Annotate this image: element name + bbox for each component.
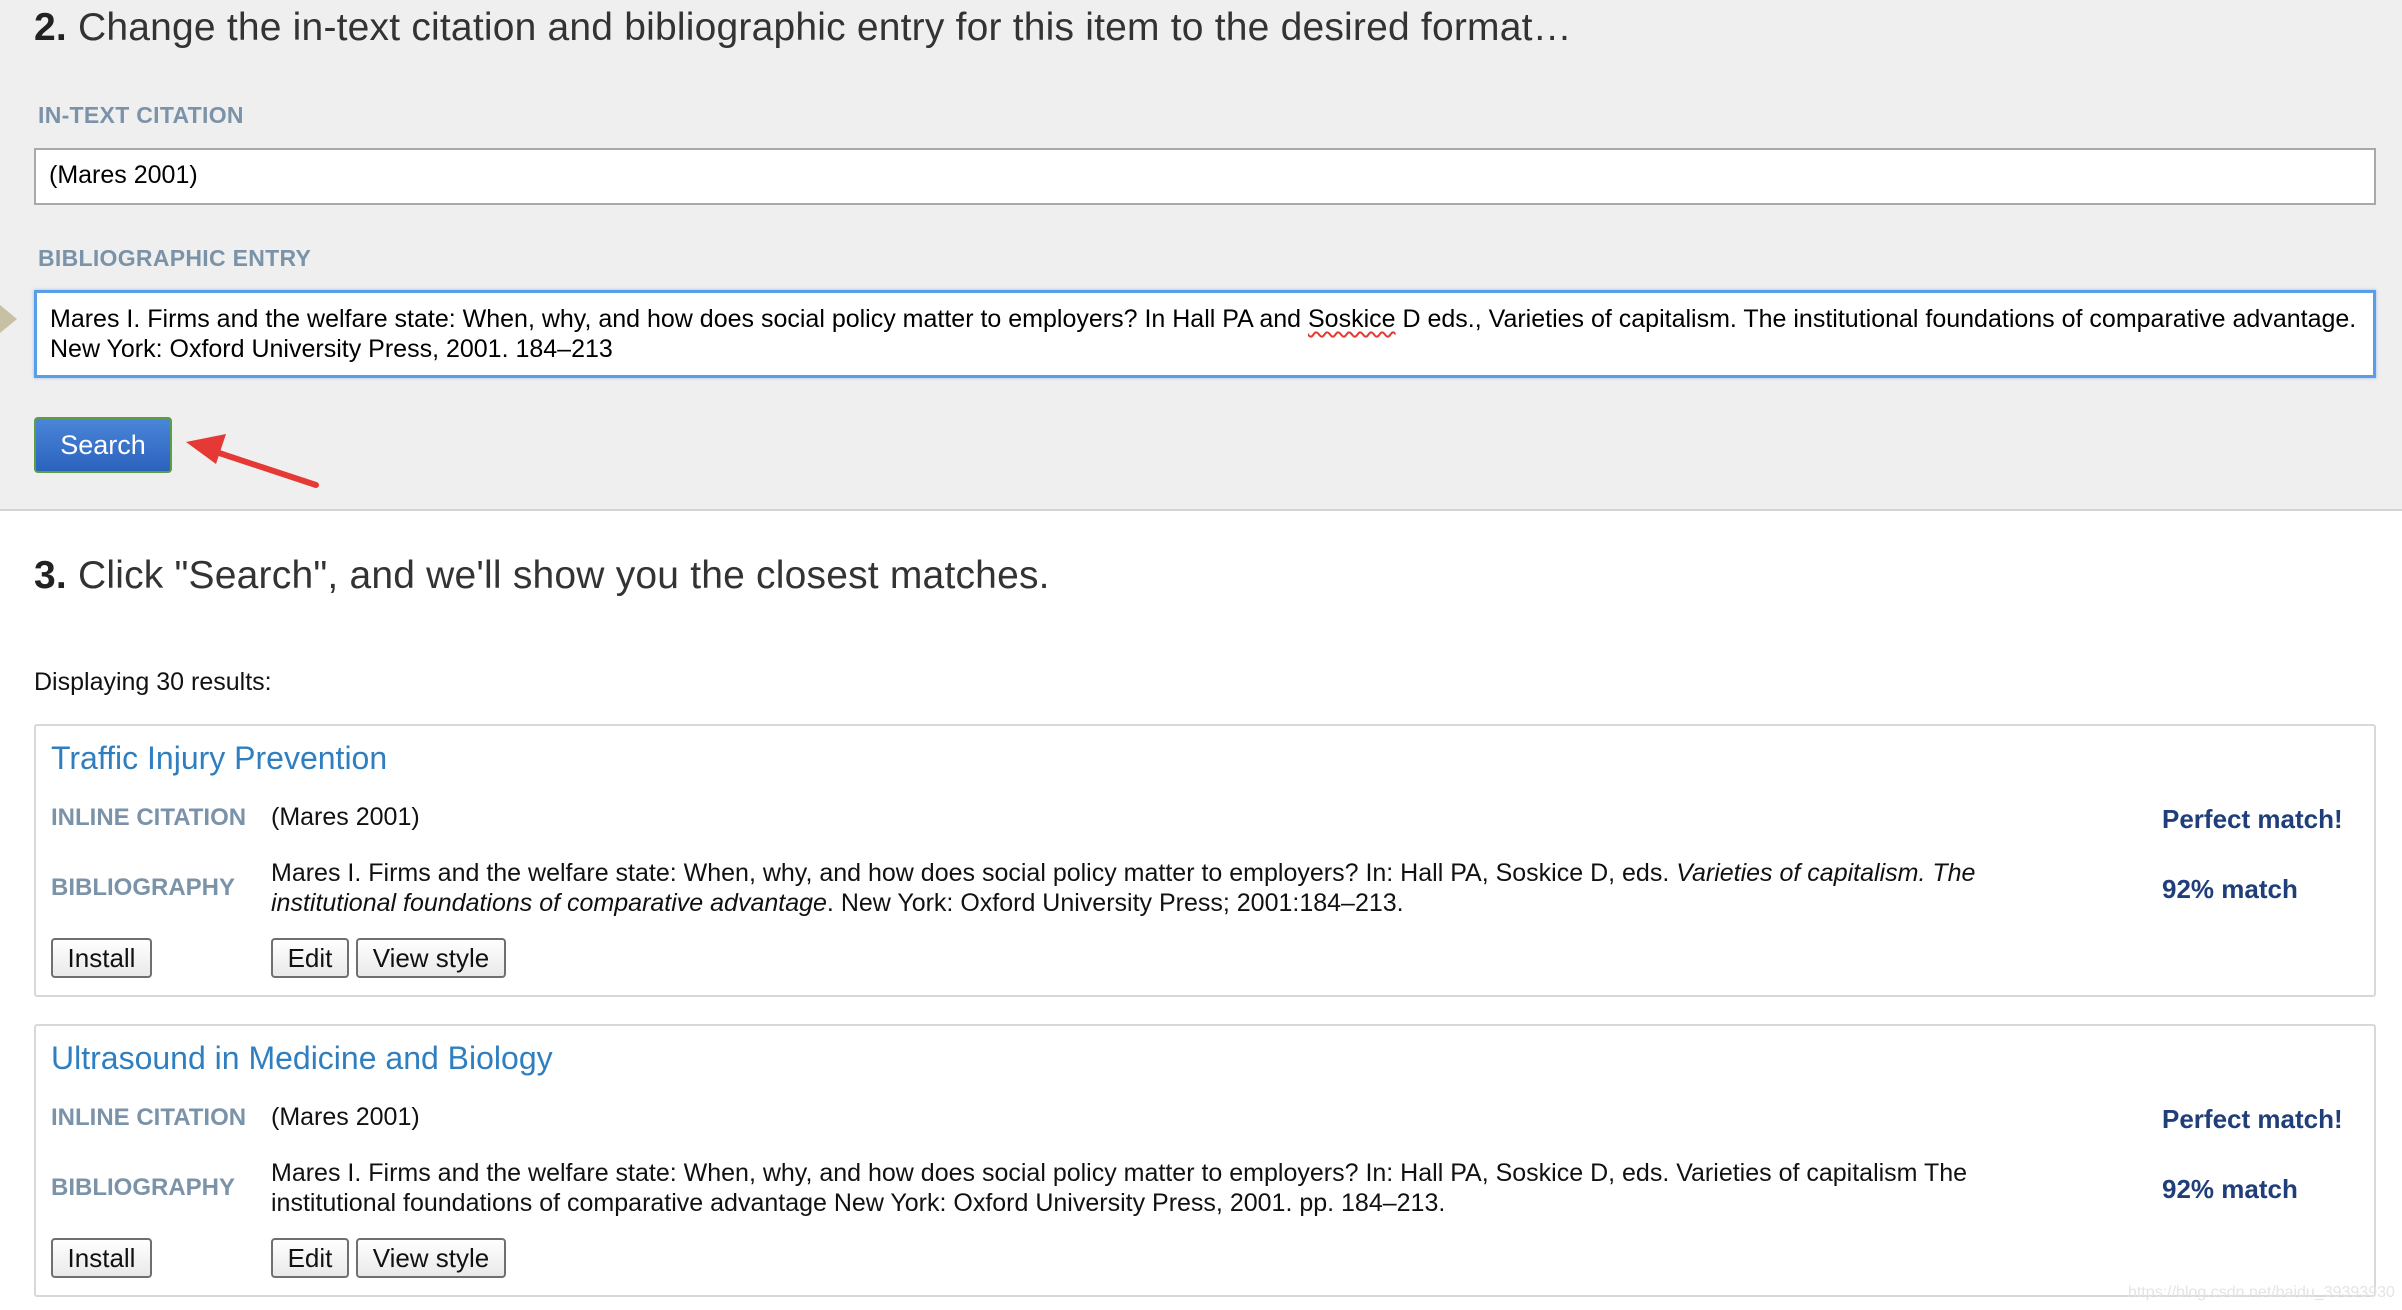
watermark: https://blog.csdn.net/baidu_39393930 — [2128, 1284, 2395, 1301]
field-pointer-icon — [0, 305, 17, 333]
bibliography-match-badge: 92% match — [2162, 1174, 2298, 1204]
view-style-button[interactable]: View style — [356, 938, 506, 978]
bibliographic-entry-label: BIBLIOGRAPHIC ENTRY — [38, 245, 312, 271]
step-2-heading: 2. Change the in-text citation and bibli… — [34, 6, 1572, 49]
bibliography-value: Mares I. Firms and the welfare state: Wh… — [271, 859, 1976, 917]
inline-citation-label: INLINE CITATION — [51, 804, 247, 831]
bibliography-value: Mares I. Firms and the welfare state: Wh… — [271, 1159, 1968, 1217]
inline-citation-label: INLINE CITATION — [51, 1104, 247, 1131]
result-card: Traffic Injury Prevention INLINE CITATIO… — [34, 724, 2376, 997]
red-arrow-annotation-icon — [186, 434, 319, 488]
result-style-title[interactable]: Ultrasound in Medicine and Biology — [51, 1040, 553, 1077]
edit-button[interactable]: Edit — [271, 938, 349, 978]
bibliography-label: BIBLIOGRAPHY — [51, 874, 236, 901]
install-button[interactable]: Install — [51, 938, 152, 978]
in-text-citation-input[interactable]: (Mares 2001) — [34, 148, 2376, 205]
in-text-citation-label: IN-TEXT CITATION — [38, 102, 244, 128]
inline-match-badge: Perfect match! — [2162, 1104, 2343, 1134]
inline-match-badge: Perfect match! — [2162, 804, 2343, 834]
step-3-heading: 3. Click "Search", and we'll show you th… — [34, 554, 1050, 597]
results-count: Displaying 30 results: — [34, 668, 272, 696]
install-button[interactable]: Install — [51, 1238, 152, 1278]
bibliography-match-badge: 92% match — [2162, 874, 2298, 904]
edit-button[interactable]: Edit — [271, 1238, 349, 1278]
view-style-button[interactable]: View style — [356, 1238, 506, 1278]
bibliography-label: BIBLIOGRAPHY — [51, 1174, 236, 1201]
inline-citation-value: (Mares 2001) — [271, 1103, 420, 1131]
result-style-title[interactable]: Traffic Injury Prevention — [51, 740, 387, 777]
inline-citation-value: (Mares 2001) — [271, 803, 420, 831]
step-2-panel: 2. Change the in-text citation and bibli… — [0, 0, 2402, 511]
result-card: Ultrasound in Medicine and Biology INLIN… — [34, 1024, 2376, 1297]
search-button[interactable]: Search — [34, 417, 172, 473]
bibliographic-entry-input[interactable]: Mares I. Firms and the welfare state: Wh… — [34, 290, 2376, 378]
misspelled-word: Soskice — [1307, 305, 1396, 333]
